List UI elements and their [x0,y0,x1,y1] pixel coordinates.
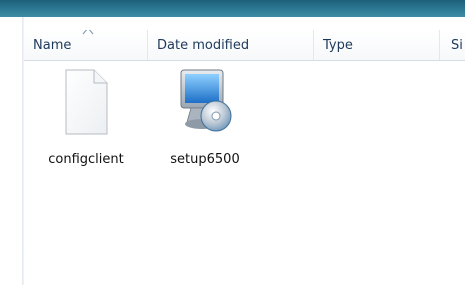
navigation-pane [0,17,22,285]
setup-installer-icon [180,69,232,132]
column-header-name-label: Name [33,38,72,53]
file-item-configclient[interactable]: configclient [31,66,141,176]
file-name-label: setup6500 [170,152,240,167]
blank-document-icon [65,69,108,135]
file-item-setup6500[interactable]: setup6500 [150,66,260,176]
column-header-size[interactable]: Si [440,30,465,60]
column-header-date-label: Date modified [157,38,250,53]
column-header-row: Name Date modified Type Si [24,30,465,61]
column-header-name[interactable]: Name [24,30,148,60]
column-header-size-label: Si [451,38,463,53]
column-header-type-label: Type [323,38,353,53]
file-name-label: configclient [48,152,124,167]
column-header-date-modified[interactable]: Date modified [148,30,314,60]
window-top-strip [0,0,465,17]
column-header-type[interactable]: Type [314,30,440,60]
sort-ascending-icon [82,30,94,35]
